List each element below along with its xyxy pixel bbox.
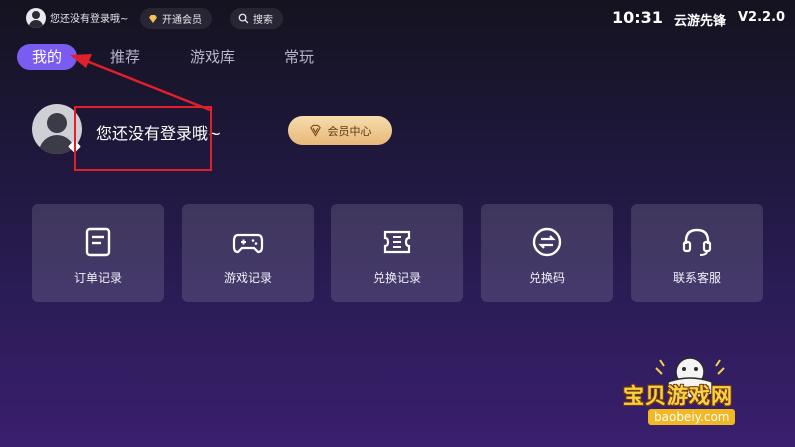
card-label: 订单记录 [73,271,122,285]
tab-recommend[interactable]: 推荐 [110,44,140,70]
user-login-button[interactable]: 您还没有登录哦~ [24,7,138,28]
user-login-label: 您还没有登录哦~ [50,14,129,25]
clock: 10:31 [612,8,663,27]
card-customer-service[interactable]: 联系客服 [631,204,763,302]
headset-icon [682,228,712,256]
card-label: 兑换记录 [372,271,421,285]
watermark-url: baobeiy.com [648,409,736,425]
tab-mine[interactable]: 我的 [17,44,78,70]
gamepad-icon [232,233,264,254]
watermark-title: 宝贝游戏网 [623,384,733,408]
card-game-records[interactable]: 游戏记录 [182,204,314,302]
card-label: 游戏记录 [223,271,272,285]
search-label: 搜索 [253,15,273,26]
member-center-label: 会员中心 [327,124,372,138]
card-redeem-records[interactable]: 兑换记录 [331,204,463,302]
search-icon [238,13,249,24]
exchange-icon [532,227,562,257]
open-membership-button[interactable]: 开通会员 [140,8,212,29]
member-center-button[interactable]: 会员中心 [288,116,392,145]
card-label: 兑换码 [528,271,565,285]
ticket-icon [383,230,411,254]
login-prompt[interactable]: 您还没有登录哦~ [96,120,221,144]
app-name: 云游先锋 [674,14,727,29]
search-button[interactable]: 搜索 [230,8,283,29]
top-bar: 您还没有登录哦~ 开通会员 搜索 10:31 云游先锋 V2.2.0 [0,0,795,36]
card-label: 联系客服 [672,271,721,285]
avatar-head-shape [47,113,67,133]
avatar-icon [26,7,46,28]
document-icon [85,227,111,257]
card-redeem-code[interactable]: 兑换码 [481,204,613,302]
app-version: V2.2.0 [738,10,786,25]
tab-game-library[interactable]: 游戏库 [190,44,235,70]
diamond-icon [149,14,157,23]
card-order-records[interactable]: 订单记录 [32,204,164,302]
vip-badge-icon [309,124,321,137]
open-membership-label: 开通会员 [162,15,202,26]
tab-frequently-played[interactable]: 常玩 [284,44,314,70]
